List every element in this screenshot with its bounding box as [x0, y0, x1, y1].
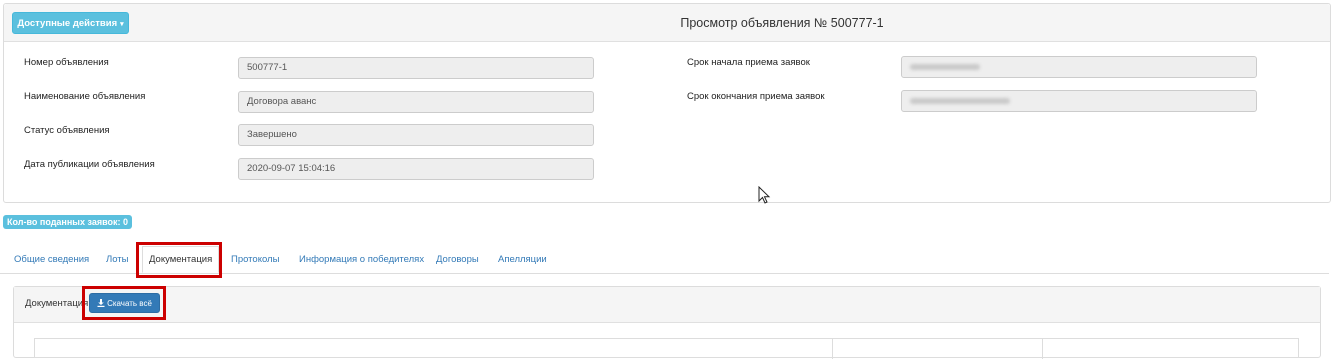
start-label: Срок начала приема заявок	[687, 57, 810, 68]
name-field: Договора аванс	[238, 91, 594, 113]
documentation-panel-header: Документация Скачать всё	[14, 287, 1320, 323]
tab-appeals[interactable]: Апелляции	[498, 246, 547, 273]
table-column-divider	[1042, 339, 1043, 359]
page-title: Просмотр объявления № 500777-1	[680, 16, 884, 30]
tab-winners-info[interactable]: Информация о победителях	[299, 246, 424, 273]
applications-count-badge: Кол-во поданных заявок: 0	[3, 215, 133, 229]
pubdate-field: 2020-09-07 15:04:16	[238, 158, 594, 180]
table-column-divider	[832, 339, 833, 359]
end-field	[901, 90, 1257, 112]
tab-protocols[interactable]: Протоколы	[231, 246, 279, 273]
status-field: Завершено	[238, 124, 594, 146]
announcement-panel: Доступные действия ▾ Просмотр объявления …	[3, 3, 1331, 203]
number-field: 500777-1	[238, 57, 594, 79]
tab-contracts[interactable]: Договоры	[436, 246, 479, 273]
pubdate-label: Дата публикации объявления	[24, 159, 155, 170]
number-label: Номер объявления	[24, 57, 109, 68]
tab-general[interactable]: Общие сведения	[14, 246, 89, 273]
status-label: Статус объявления	[24, 125, 110, 136]
name-label: Наименование объявления	[24, 91, 146, 102]
documentation-tab-highlight	[136, 242, 222, 278]
documentation-panel: Документация Скачать всё	[13, 286, 1321, 359]
panel-header: Доступные действия ▾ Просмотр объявления …	[4, 4, 1330, 42]
documents-table	[34, 338, 1299, 359]
start-field	[901, 56, 1257, 78]
redacted-text	[910, 98, 1010, 104]
tab-lots[interactable]: Лоты	[106, 246, 129, 273]
download-button-highlight	[82, 286, 166, 320]
mouse-cursor-icon	[758, 186, 771, 204]
documentation-title: Документация	[25, 298, 89, 309]
redacted-text	[910, 64, 980, 70]
end-label: Срок окончания приема заявок	[687, 91, 825, 102]
